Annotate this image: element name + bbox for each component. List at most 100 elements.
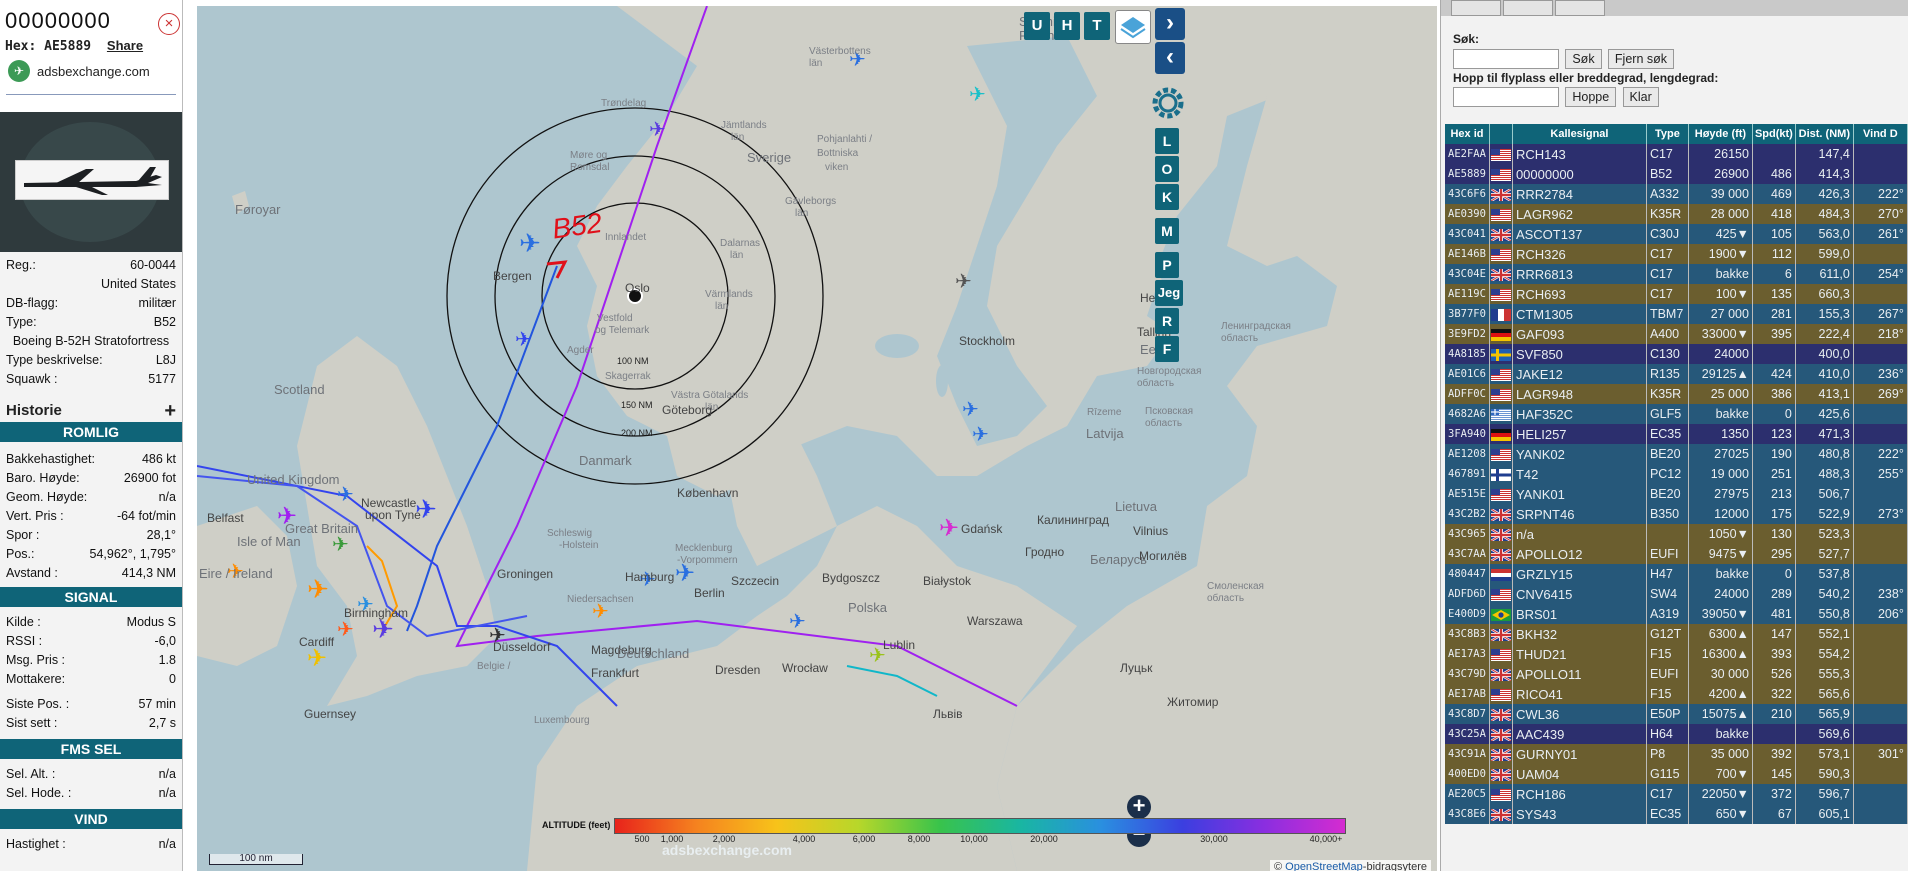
clear-search-button[interactable]: Fjern søk	[1607, 49, 1675, 69]
aircraft-icon[interactable]: ✈	[962, 397, 979, 421]
speed-cell: 123	[1752, 424, 1796, 444]
toggle-l-button[interactable]: L	[1155, 128, 1179, 154]
column-header[interactable]: Vind D	[1853, 124, 1908, 144]
history-toggle[interactable]: Historie +	[0, 400, 182, 422]
search-input[interactable]	[1453, 49, 1559, 69]
table-row[interactable]: AE17AB RICO41 F15 4200▲ 322 565,6	[1445, 684, 1908, 704]
column-header[interactable]: Høyde (ft)	[1688, 124, 1753, 144]
table-row[interactable]: 43C7AA APOLLO12 EUFI 9475▼ 295 527,7	[1445, 544, 1908, 564]
table-row[interactable]: 43C041 ASCOT137 C30J 425▼ 105 563,0 261°	[1445, 224, 1908, 244]
osm-link[interactable]: OpenStreetMap	[1285, 861, 1363, 871]
toggle-o-button[interactable]: O	[1155, 156, 1179, 182]
toggle-p-button[interactable]: P	[1155, 252, 1179, 278]
toggle-t-button[interactable]: T	[1084, 12, 1110, 40]
table-row[interactable]: 400ED0 UAM04 G115 700▼ 145 590,3	[1445, 764, 1908, 784]
table-row[interactable]: AE515E YANK01 BE20 27975 213 506,7	[1445, 484, 1908, 504]
source-link[interactable]: ✈ adsbexchange.com	[8, 60, 150, 82]
table-row[interactable]: 43C8D7 CWL36 E50P 15075▲ 210 565,9	[1445, 704, 1908, 724]
map-place-label: область	[1221, 333, 1259, 344]
toggle-m-button[interactable]: M	[1155, 218, 1179, 244]
collapse-right-button[interactable]: ›	[1155, 8, 1185, 40]
aircraft-icon[interactable]: ✈	[969, 82, 986, 106]
toggle-h-button[interactable]: H	[1054, 12, 1080, 40]
aircraft-icon[interactable]: ✈	[789, 609, 806, 633]
map-view[interactable]: B52 ✈ ✈ ✈ ✈ ✈ ✈ ✈ ✈ ✈ ✈ ✈ ✈ ✈ ✈ ✈ ✈ ✈ ✈ …	[197, 6, 1437, 871]
table-row[interactable]: 43C79D APOLLO11 EUFI 30 000 526 555,3	[1445, 664, 1908, 684]
aircraft-icon[interactable]: ✈	[972, 422, 989, 446]
speed-cell: 190	[1752, 444, 1796, 464]
column-header[interactable]: Type	[1646, 124, 1689, 144]
table-row[interactable]: 4682A6 HAF352C GLF5 bakke 0 425,6	[1445, 404, 1908, 424]
table-row[interactable]: AE01C6 JAKE12 R135 29125▲ 424 410,0 236°	[1445, 364, 1908, 384]
aircraft-icon[interactable]: ✈	[307, 575, 329, 605]
close-icon[interactable]: ×	[158, 13, 180, 35]
table-row[interactable]: AE146B RCH326 C17 1900▼ 112 599,0	[1445, 244, 1908, 264]
search-button[interactable]: Søk	[1565, 49, 1602, 69]
table-row[interactable]: 43C2B2 SRPNT46 B350 12000 175 522,9 273°	[1445, 504, 1908, 524]
attribution-suffix: -bidragsytere	[1362, 861, 1427, 871]
type-cell: A400	[1646, 324, 1689, 344]
panel-tab[interactable]	[1555, 0, 1605, 16]
selected-aircraft-icon[interactable]: ✈	[519, 229, 541, 259]
layers-button[interactable]	[1115, 10, 1151, 44]
table-row[interactable]: 43C8B3 BKH32 G12T 6300▲ 147 552,1	[1445, 624, 1908, 644]
table-row[interactable]: AE119C RCH693 C17 100▼ 135 660,3	[1445, 284, 1908, 304]
ready-button[interactable]: Klar	[1622, 87, 1659, 107]
zoom-in-button[interactable]: +	[1127, 795, 1151, 819]
table-row[interactable]: 43C04E RRR6813 C17 bakke 6 611,0 254°	[1445, 264, 1908, 284]
table-row[interactable]: AE17A3 THUD21 F15 16300▲ 393 554,2	[1445, 644, 1908, 664]
table-row[interactable]: 480447 GRZLY15 H47 bakke 0 537,8	[1445, 564, 1908, 584]
aircraft-icon[interactable]: ✈	[515, 327, 532, 351]
column-header[interactable]: Spd(kt)	[1752, 124, 1796, 144]
table-row[interactable]: 43C965 n/a 1050▼ 130 523,3	[1445, 524, 1908, 544]
toggle-f-button[interactable]: F	[1155, 336, 1179, 362]
column-header[interactable]	[1489, 124, 1513, 144]
aircraft-icon[interactable]: ✈	[337, 617, 354, 641]
table-row[interactable]: AE0390 LAGR962 K35R 28 000 418 484,3 270°	[1445, 204, 1908, 224]
table-row[interactable]: ADFF0C LAGR948 K35R 25 000 386 413,1 269°	[1445, 384, 1908, 404]
table-row[interactable]: 3E9FD2 GAF093 A400 33000▼ 395 222,4 218°	[1445, 324, 1908, 344]
settings-button[interactable]	[1147, 82, 1189, 124]
jump-button[interactable]: Hoppe	[1565, 87, 1617, 107]
aircraft-icon[interactable]: ✈	[337, 482, 354, 506]
share-link[interactable]: Share	[107, 38, 143, 53]
table-row[interactable]: AE2FAA RCH143 C17 26150 147,4	[1445, 144, 1908, 164]
table-row[interactable]: 4A8185 SVF850 C130 24000 400,0	[1445, 344, 1908, 364]
toggle-k-button[interactable]: K	[1155, 184, 1179, 210]
type-cell: SW4	[1646, 584, 1689, 604]
table-row[interactable]: 43C6F6 RRR2784 A332 39 000 469 426,3 222°	[1445, 184, 1908, 204]
jump-input[interactable]	[1453, 87, 1559, 107]
table-row[interactable]: 43C25A AAC439 H64 bakke 569,6	[1445, 724, 1908, 744]
panel-tab[interactable]	[1451, 0, 1501, 16]
expand-plus-icon[interactable]: +	[164, 400, 176, 422]
aircraft-icon[interactable]: ✈	[955, 269, 972, 293]
full-type-value: Boeing B-52H Stratofortress	[12, 334, 170, 348]
map-place-label: Niedersachsen	[567, 594, 634, 605]
column-header[interactable]: Hex id	[1445, 124, 1490, 144]
center-on-me-button[interactable]: Jeg	[1155, 280, 1183, 306]
panel-tab[interactable]	[1503, 0, 1553, 16]
map-place-label: Birmingham	[344, 606, 409, 620]
table-row[interactable]: 43C91A GURNY01 P8 35 000 392 573,1 301°	[1445, 744, 1908, 764]
table-row[interactable]: AE5889 00000000 B52 26900 486 414,3	[1445, 164, 1908, 184]
table-row[interactable]: AE20C5 RCH186 C17 22050▼ 372 596,7	[1445, 784, 1908, 804]
aircraft-icon[interactable]: ✈	[649, 117, 666, 141]
table-row[interactable]: 43C8E6 SYS43 EC35 650▼ 67 605,1	[1445, 804, 1908, 824]
aircraft-photo[interactable]	[0, 112, 182, 252]
table-row[interactable]: ADFD6D CNV6415 SW4 24000 289 540,2 238°	[1445, 584, 1908, 604]
column-header[interactable]: Kallesignal	[1512, 124, 1647, 144]
table-row[interactable]: 467891 T42 PC12 19 000 251 488,3 255°	[1445, 464, 1908, 484]
table-row[interactable]: 3FA940 HELI257 EC35 1350 123 471,3	[1445, 424, 1908, 444]
toggle-r-button[interactable]: R	[1155, 308, 1179, 334]
table-row[interactable]: AE1208 YANK02 BE20 27025 190 480,8 222°	[1445, 444, 1908, 464]
map-place-label: область	[1207, 593, 1245, 604]
column-header[interactable]: Dist. (NM)	[1795, 124, 1854, 144]
aircraft-icon[interactable]: ✈	[939, 514, 959, 542]
toggle-u-button[interactable]: U	[1024, 12, 1050, 40]
expand-table-button[interactable]: ‹	[1155, 42, 1185, 74]
selected-callsign: 00000000	[5, 8, 111, 33]
info-row: Avstand : 414,3 NM	[0, 564, 182, 583]
altitude-tick-label: 30,000	[1200, 834, 1228, 844]
table-row[interactable]: E400D9 BRS01 A319 39050▼ 481 550,8 206°	[1445, 604, 1908, 624]
table-row[interactable]: 3B77F0 CTM1305 TBM7 27 000 281 155,3 267°	[1445, 304, 1908, 324]
